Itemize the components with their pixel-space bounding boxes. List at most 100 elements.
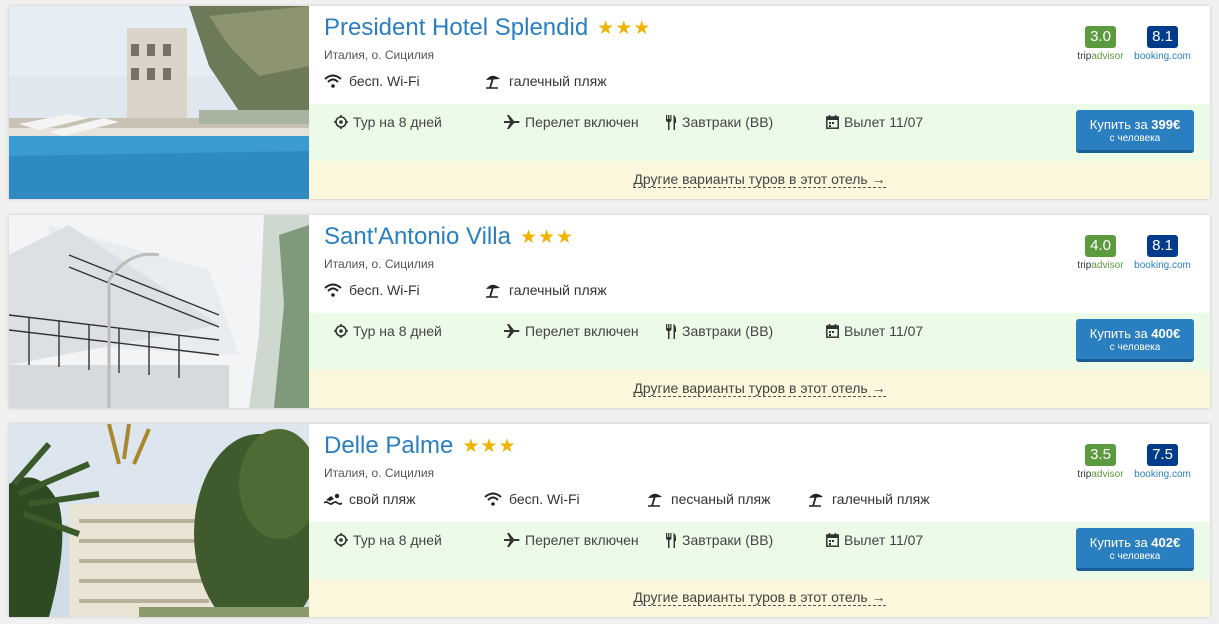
feature-item: галечный пляж [484,282,607,298]
beach-umbrella-icon [648,493,662,507]
booking-rating[interactable]: 8.1 booking.com [1134,26,1191,62]
star-icon: ★ [480,435,498,457]
tour-meals: Завтраки (BB) [665,532,773,548]
feature-label: галечный пляж [832,491,930,507]
other-tours-link[interactable]: Другие варианты туров в этот отель → [633,380,886,397]
star-icon: ★ [519,226,537,248]
star-icon: ★ [597,17,615,39]
star-icon: ★ [633,17,651,39]
hotel-stars: ★ ★ ★ [462,437,515,456]
tripadvisor-score: 4.0 [1085,235,1116,257]
hotel-list: President Hotel Splendid ★ ★ ★ Италия, о… [0,0,1219,624]
tripadvisor-rating[interactable]: 3.5 tripadvisor [1073,444,1128,480]
calendar-icon [826,115,839,129]
feature-item: бесп. Wi-Fi [484,491,580,507]
airplane-icon [504,115,520,129]
booking-rating[interactable]: 8.1 booking.com [1134,235,1191,271]
beach-umbrella-icon [809,493,823,507]
feature-label: галечный пляж [509,282,607,298]
airplane-icon [504,324,520,338]
other-tours-band: Другие варианты туров в этот отель → [309,370,1210,408]
tour-meals: Завтраки (BB) [665,114,773,130]
buy-button[interactable]: Купить за 399€ с человека [1076,110,1194,153]
feature-item: галечный пляж [807,491,930,507]
tour-meals: Завтраки (BB) [665,323,773,339]
tripadvisor-score: 3.0 [1085,26,1116,48]
gear-icon [334,115,348,129]
hotel-info: Delle Palme ★ ★ ★ Италия, о. Сицилия сво… [309,424,1210,617]
ratings: 3.0 tripadvisor 8.1 booking.com [1073,26,1191,62]
hotel-location: Италия, о. Сицилия [324,257,435,271]
hotel-name-link[interactable]: Delle Palme [324,432,453,460]
calendar-icon [826,533,839,547]
tour-details: Тур на 8 дней Перелет включен Завтраки (… [309,104,1210,161]
other-tours-link[interactable]: Другие варианты туров в этот отель → [633,589,886,606]
tour-flight: Перелет включен [504,323,639,339]
hotel-photo[interactable] [9,424,309,617]
star-icon: ★ [615,17,633,39]
hotel-card: President Hotel Splendid ★ ★ ★ Италия, о… [9,6,1210,199]
wifi-icon [324,74,342,88]
star-icon: ★ [498,435,516,457]
swimmer-icon [324,493,342,505]
gear-icon [334,533,348,547]
hotel-name-link[interactable]: Sant'Antonio Villa [324,223,511,251]
price: 400€ [1151,326,1181,341]
booking-score: 8.1 [1147,26,1178,48]
feature-item: песчаный пляж [646,491,771,507]
hotel-info: President Hotel Splendid ★ ★ ★ Италия, о… [309,6,1210,199]
feature-item: бесп. Wi-Fi [324,282,420,298]
other-tours-link[interactable]: Другие варианты туров в этот отель → [633,171,886,188]
feature-label: бесп. Wi-Fi [349,282,420,298]
tour-departure: Вылет 11/07 [826,323,923,339]
cutlery-icon [666,323,677,339]
hotel-stars: ★ ★ ★ [520,228,573,247]
booking-score: 7.5 [1147,444,1178,466]
tour-flight: Перелет включен [504,114,639,130]
hotel-stars: ★ ★ ★ [597,19,650,38]
ratings: 3.5 tripadvisor 7.5 booking.com [1073,444,1191,480]
star-icon: ★ [537,226,556,248]
feature-label: свой пляж [349,491,416,507]
hotel-location: Италия, о. Сицилия [324,48,435,62]
tour-departure: Вылет 11/07 [826,532,923,548]
tour-duration: Тур на 8 дней [334,323,442,339]
price: 399€ [1151,117,1181,132]
beach-umbrella-icon [486,75,500,89]
tripadvisor-label: tripadvisor [1077,51,1124,62]
hotel-card: Delle Palme ★ ★ ★ Италия, о. Сицилия сво… [9,424,1210,617]
booking-label: booking.com [1134,51,1191,62]
beach-umbrella-icon [486,284,500,298]
tour-details: Тур на 8 дней Перелет включен Завтраки (… [309,522,1210,579]
cutlery-icon [666,114,677,130]
tripadvisor-rating[interactable]: 4.0 tripadvisor [1073,235,1128,271]
hotel-photo[interactable] [9,6,309,199]
feature-label: бесп. Wi-Fi [509,491,580,507]
tour-details: Тур на 8 дней Перелет включен Завтраки (… [309,313,1210,370]
tour-flight: Перелет включен [504,532,639,548]
hotel-location: Италия, о. Сицилия [324,466,435,480]
buy-button[interactable]: Купить за 400€ с человека [1076,319,1194,362]
other-tours-band: Другие варианты туров в этот отель → [309,161,1210,199]
booking-rating[interactable]: 7.5 booking.com [1134,444,1191,480]
feature-label: песчаный пляж [671,491,771,507]
ratings: 4.0 tripadvisor 8.1 booking.com [1073,235,1191,271]
booking-label: booking.com [1134,469,1191,480]
hotel-photo[interactable] [9,215,309,408]
hotel-info: Sant'Antonio Villa ★ ★ ★ Италия, о. Сици… [309,215,1210,408]
price: 402€ [1151,535,1181,550]
calendar-icon [826,324,839,338]
buy-button[interactable]: Купить за 402€ с человека [1076,528,1194,571]
booking-label: booking.com [1134,260,1191,271]
cutlery-icon [666,532,677,548]
airplane-icon [504,533,520,547]
wifi-icon [484,492,502,506]
tripadvisor-rating[interactable]: 3.0 tripadvisor [1073,26,1128,62]
tour-duration: Тур на 8 дней [334,532,442,548]
gear-icon [334,324,348,338]
star-icon: ★ [462,435,480,457]
hotel-name-link[interactable]: President Hotel Splendid [324,14,588,42]
tripadvisor-label: tripadvisor [1077,260,1124,271]
tour-duration: Тур на 8 дней [334,114,442,130]
tour-departure: Вылет 11/07 [826,114,923,130]
